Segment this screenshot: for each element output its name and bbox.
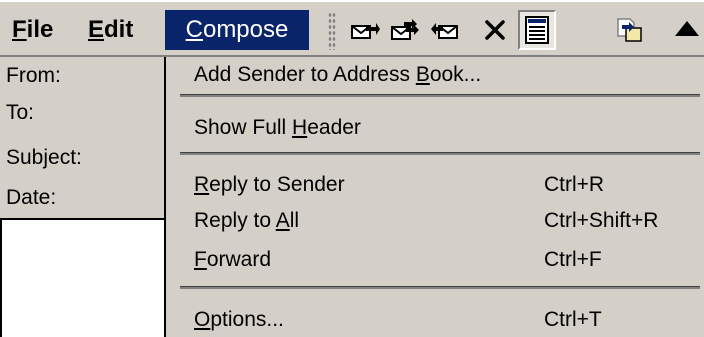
menu-item-options[interactable]: Options... Ctrl+T xyxy=(166,302,704,337)
menu-separator xyxy=(180,152,700,155)
shortcut-label: Ctrl+F xyxy=(544,248,602,271)
reply-all-icon xyxy=(391,19,419,40)
menu-compose[interactable]: Compose xyxy=(165,10,309,50)
menu-file[interactable]: File xyxy=(2,10,63,50)
forward-icon xyxy=(431,23,458,39)
delete-button[interactable] xyxy=(476,10,514,50)
compose-menu-dropdown: Add Sender to Address Book... Show Full … xyxy=(166,57,704,337)
from-label: From: xyxy=(6,64,61,87)
previous-icon xyxy=(675,21,699,36)
reply-all-button[interactable] xyxy=(386,10,424,50)
move-icon xyxy=(617,18,642,42)
menu-item-add-sender[interactable]: Add Sender to Address Book... xyxy=(166,57,704,93)
toolbar-grip[interactable] xyxy=(328,12,336,50)
move-button[interactable] xyxy=(610,10,648,50)
to-label: To: xyxy=(6,101,35,124)
subject-label: Subject: xyxy=(6,146,82,169)
show-header-icon xyxy=(525,16,549,44)
show-header-button[interactable] xyxy=(518,10,556,50)
menu-item-reply-to-sender[interactable]: Reply to Sender Ctrl+R xyxy=(166,167,704,203)
menu-separator xyxy=(180,286,700,289)
menu-item-forward[interactable]: Forward Ctrl+F xyxy=(166,242,704,278)
menu-edit[interactable]: Edit xyxy=(78,10,143,50)
shortcut-label: Ctrl+Shift+R xyxy=(544,209,659,232)
shortcut-label: Ctrl+R xyxy=(544,173,605,196)
menu-separator xyxy=(180,94,700,97)
forward-button[interactable] xyxy=(426,10,464,50)
date-label: Date: xyxy=(6,186,57,209)
reply-icon xyxy=(351,23,380,39)
shortcut-label: Ctrl+T xyxy=(544,308,602,331)
previous-button[interactable] xyxy=(668,10,704,50)
delete-icon xyxy=(485,20,505,40)
menu-bar: File Edit Compose xyxy=(0,0,704,57)
message-header-pane: From: To: Subject: Date: xyxy=(0,57,166,218)
reply-button[interactable] xyxy=(346,10,384,50)
message-body[interactable] xyxy=(0,218,166,337)
menu-item-show-full-header[interactable]: Show Full Header xyxy=(166,110,704,146)
menu-item-reply-to-all[interactable]: Reply to All Ctrl+Shift+R xyxy=(166,203,704,239)
